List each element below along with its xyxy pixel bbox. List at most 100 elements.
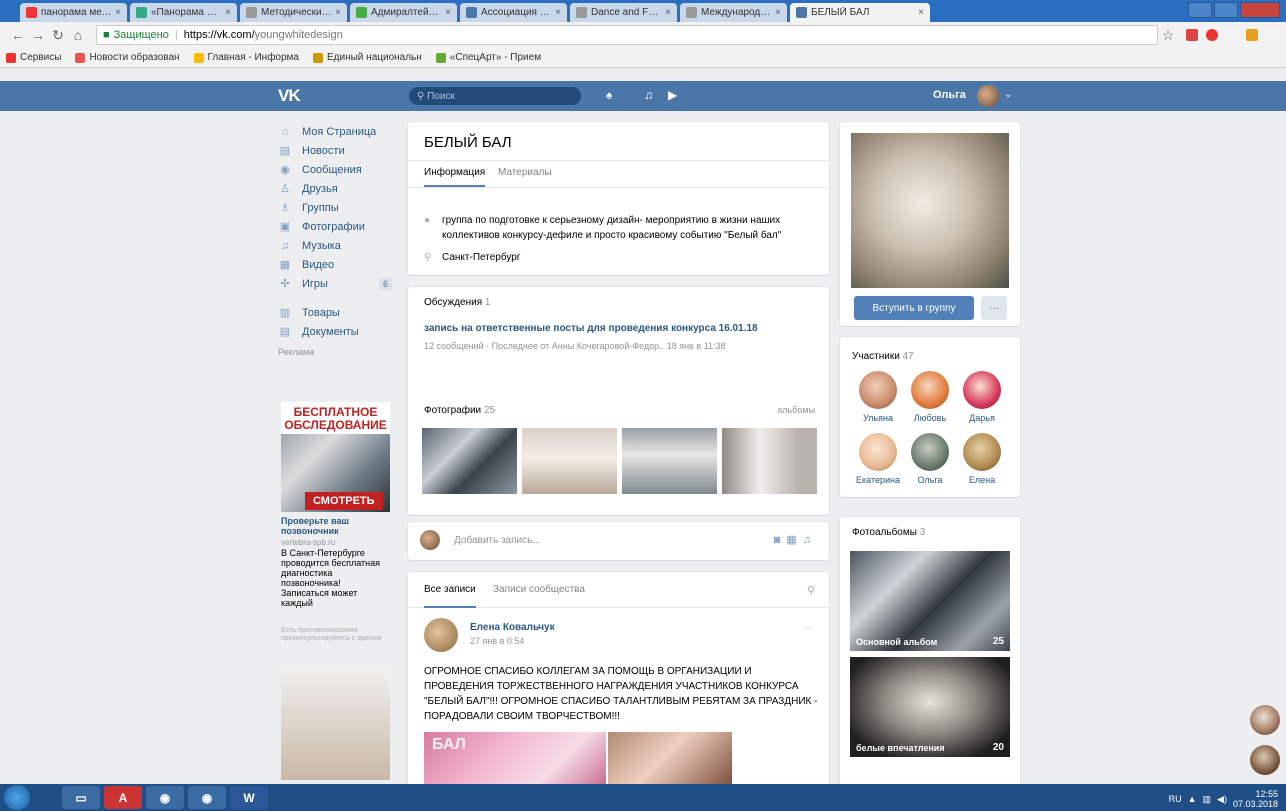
menu-item-games[interactable]: ✣ Игры 6 — [278, 274, 398, 293]
post-date[interactable]: 27 янв в 0:54 — [470, 636, 524, 646]
word-icon[interactable]: W — [230, 786, 268, 809]
forward-icon[interactable]: → — [28, 27, 48, 43]
home-icon[interactable]: ⌂ — [68, 27, 88, 43]
ad-title[interactable]: Проверьте ваш позвоночник — [281, 516, 391, 536]
avatar[interactable] — [424, 618, 458, 652]
discussions-title[interactable]: Обсуждения 1 — [424, 297, 490, 308]
post-author[interactable]: Елена Ковальчук — [470, 622, 555, 633]
tray-icon[interactable]: ▲ — [1188, 794, 1197, 804]
menu-item-friends[interactable]: ♙ Друзья — [278, 179, 398, 198]
browser-tab-active[interactable]: БЕЛЫЙ БАЛ × — [790, 3, 930, 22]
albums-title[interactable]: Фотоальбомы 3 — [852, 527, 925, 538]
menu-item-music[interactable]: ♫ Музыка — [278, 236, 398, 255]
tab-close-icon[interactable]: × — [335, 7, 341, 18]
extension-icon[interactable] — [1266, 29, 1278, 41]
tab-close-icon[interactable]: × — [115, 7, 121, 18]
member-item[interactable]: Елена — [954, 433, 1010, 485]
menu-item-documents[interactable]: ▤ Документы — [278, 322, 398, 341]
albums-link[interactable]: альбомы — [777, 405, 815, 415]
menu-item-groups[interactable]: ♗ Группы — [278, 198, 398, 217]
menu-item-messages[interactable]: ◉ Сообщения — [278, 160, 398, 179]
post-input[interactable]: Добавить запись... — [454, 535, 541, 546]
browser-tab[interactable]: Международный ко× — [680, 3, 787, 22]
photo-thumbnail[interactable] — [422, 428, 517, 494]
extension-icon[interactable] — [1246, 29, 1258, 41]
ads-label[interactable]: Реклама — [278, 347, 398, 357]
extension-icon[interactable] — [1206, 29, 1218, 41]
menu-item-photos[interactable]: ▣ Фотографии — [278, 217, 398, 236]
post-image[interactable] — [608, 732, 732, 787]
ad-watch-button[interactable]: СМОТРЕТЬ — [305, 492, 383, 510]
browser-tab[interactable]: Ассоциация "Золото× — [460, 3, 567, 22]
bookmark-item[interactable]: Новости образован — [75, 52, 180, 63]
extension-icon[interactable] — [1186, 29, 1198, 41]
tab-community-posts[interactable]: Записи сообщества — [493, 584, 585, 595]
tab-close-icon[interactable]: × — [918, 7, 924, 18]
back-icon[interactable]: ← — [8, 27, 28, 43]
bookmark-item[interactable]: Единый национальн — [313, 52, 422, 63]
tab-close-icon[interactable]: × — [225, 7, 231, 18]
discussion-topic-link[interactable]: запись на ответственные посты для провед… — [424, 323, 758, 334]
member-item[interactable]: Екатерина — [850, 433, 906, 485]
volume-icon[interactable]: ◀) — [1217, 794, 1227, 805]
chrome-icon[interactable]: ◉ — [146, 786, 184, 809]
more-actions-button[interactable]: ··· — [981, 296, 1007, 320]
avatar[interactable] — [977, 85, 999, 107]
more-icon[interactable]: ··· — [803, 622, 813, 633]
tab-close-icon[interactable]: × — [775, 7, 781, 18]
clock[interactable]: 12:55 07.03.2018 — [1233, 789, 1278, 809]
explorer-icon[interactable]: ▭ — [62, 786, 100, 809]
notifications-icon[interactable]: ♠ — [606, 88, 612, 102]
photos-title[interactable]: Фотографии 25 — [424, 405, 495, 416]
tab-close-icon[interactable]: × — [555, 7, 561, 18]
bookmark-star-icon[interactable]: ☆ — [1158, 27, 1178, 44]
menu-item-news[interactable]: ▤ Новости — [278, 141, 398, 160]
tab-information[interactable]: Информация — [424, 167, 486, 187]
browser-tab[interactable]: панорама методиче× — [20, 3, 127, 22]
member-item[interactable]: Любовь — [902, 371, 958, 423]
network-icon[interactable]: ▥ — [1203, 794, 1212, 805]
browser-tab[interactable]: «Панорама методич× — [130, 3, 237, 22]
menu-item-video[interactable]: ▦ Видео — [278, 255, 398, 274]
vk-logo[interactable]: VK — [278, 86, 301, 106]
music-icon[interactable]: ♫ — [644, 88, 653, 102]
album-item[interactable]: белые впечатления 20 — [850, 657, 1010, 757]
chat-avatar[interactable] — [1250, 705, 1280, 735]
play-icon[interactable]: ▶ — [668, 88, 677, 102]
member-item[interactable]: Ульяна — [850, 371, 906, 423]
join-group-button[interactable]: Вступить в группу — [854, 296, 974, 320]
user-name[interactable]: Ольга — [933, 89, 966, 101]
camera-icon[interactable]: ◙ — [774, 534, 787, 546]
tab-close-icon[interactable]: × — [665, 7, 671, 18]
search-icon[interactable]: ⚲ — [807, 584, 815, 597]
browser-tab[interactable]: Dance and Fashion F× — [570, 3, 677, 22]
minimize-icon[interactable] — [1188, 2, 1212, 18]
browser-tab[interactable]: Адмиралтейская ко× — [350, 3, 457, 22]
photo-thumbnail[interactable] — [522, 428, 617, 494]
photo-thumbnail[interactable] — [622, 428, 717, 494]
bookmark-item[interactable]: «СпецАрт» - Прием — [435, 52, 541, 63]
url-field[interactable]: ■ Защищено | https://vk.com/ youngwhited… — [96, 25, 1158, 45]
chevron-down-icon[interactable]: ⌄ — [1004, 89, 1012, 100]
search-input[interactable]: ⚲ Поиск — [409, 87, 581, 105]
album-item[interactable]: Основной альбом 25 — [850, 551, 1010, 651]
chat-avatar[interactable] — [1250, 745, 1280, 775]
ad-banner-second[interactable] — [281, 668, 390, 780]
chrome-icon[interactable]: ◉ — [188, 786, 226, 809]
menu-item-goods[interactable]: ▥ Товары — [278, 303, 398, 322]
tab-materials[interactable]: Материалы — [498, 167, 552, 178]
reload-icon[interactable]: ↻ — [48, 27, 68, 44]
menu-item-my-page[interactable]: ⌂ Моя Страница — [278, 122, 398, 141]
browser-tab[interactable]: Методические кейс× — [240, 3, 347, 22]
window-close-icon[interactable] — [1240, 2, 1280, 18]
language-indicator[interactable]: RU — [1169, 794, 1182, 804]
post-image[interactable]: БАЛ — [424, 732, 606, 787]
tab-all-posts[interactable]: Все записи — [424, 584, 476, 608]
photo-thumbnail[interactable] — [722, 428, 817, 494]
video-attach-icon[interactable]: ▦ — [786, 534, 802, 546]
maximize-icon[interactable] — [1214, 2, 1238, 18]
ad-domain[interactable]: vertebra-spb.ru — [281, 538, 335, 547]
tab-close-icon[interactable]: × — [445, 7, 451, 18]
ad-banner[interactable]: БЕСПЛАТНОЕ ОБСЛЕДОВАНИЕ СМОТРЕТЬ — [281, 402, 390, 512]
extension-icon[interactable] — [1226, 29, 1238, 41]
